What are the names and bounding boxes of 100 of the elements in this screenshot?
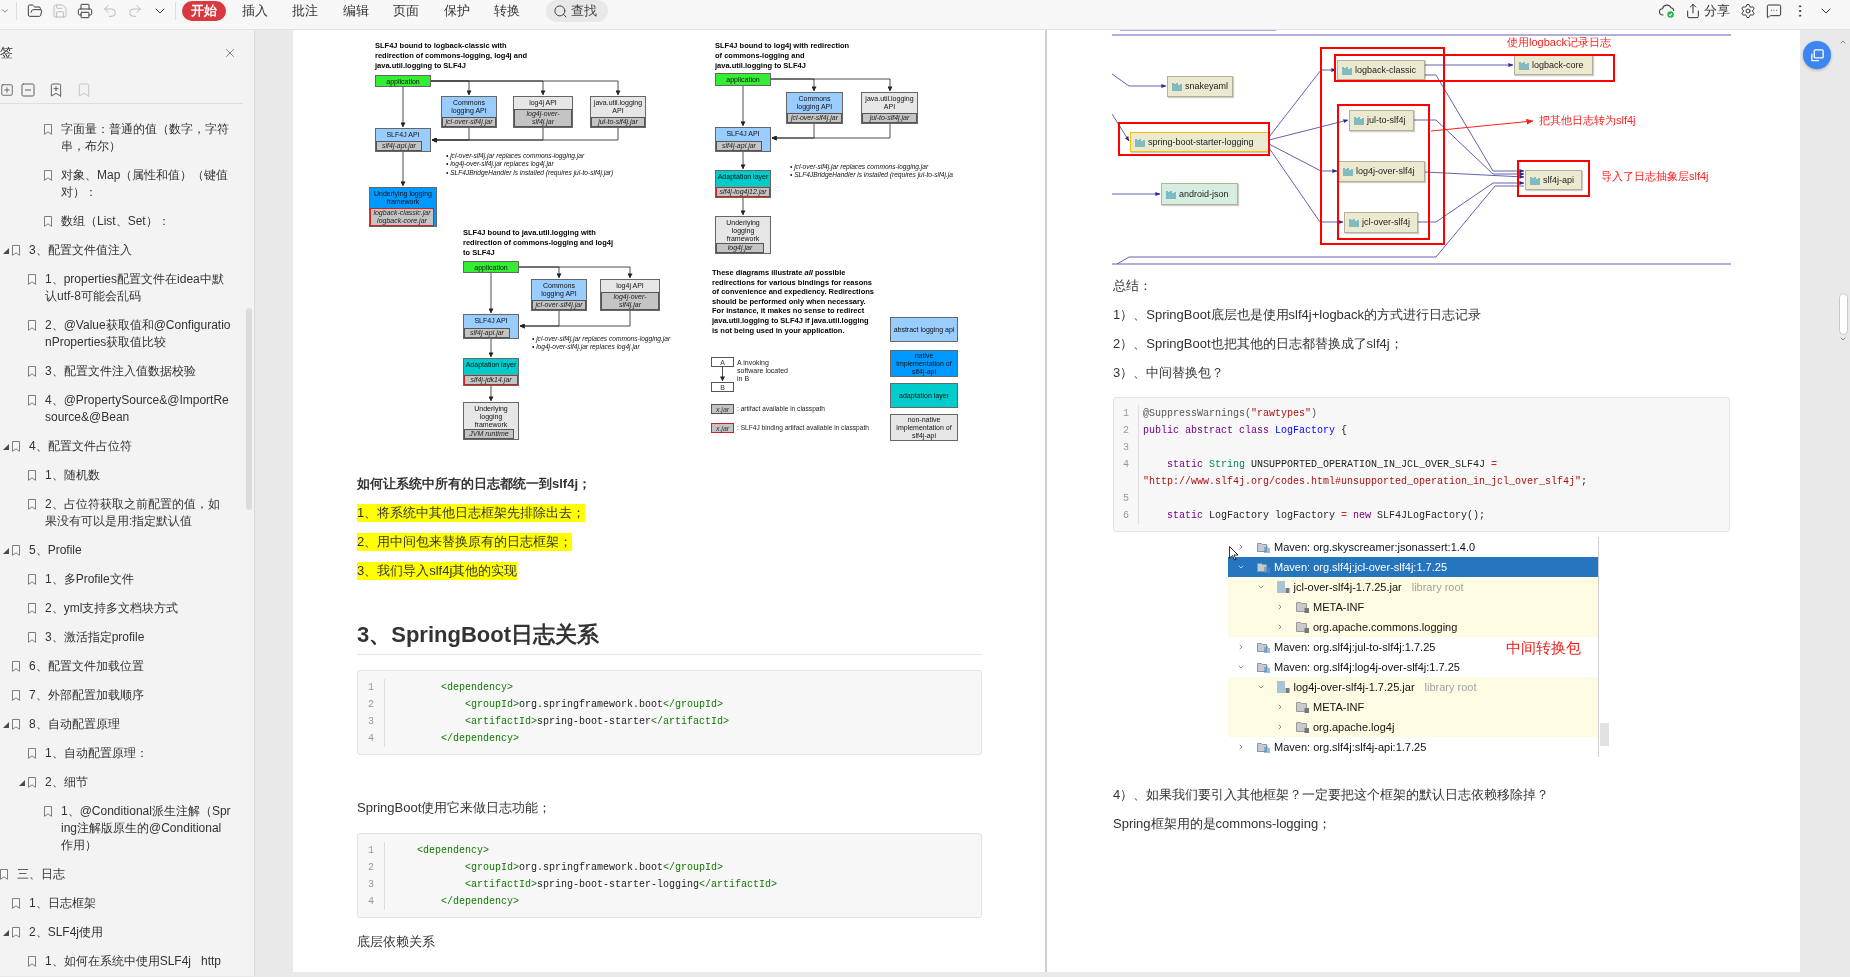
line-number: 1 xyxy=(1114,405,1139,422)
tree-item[interactable]: Maven: org.skyscreamer:jsonassert:1.4.0 xyxy=(1228,537,1476,557)
tree-item[interactable]: org.apache.log4j xyxy=(1228,717,1598,737)
archive-icon xyxy=(1276,581,1290,593)
bookmark-item[interactable]: 3、配置文件注入值数据校验 xyxy=(0,357,245,386)
bookmark-item[interactable]: 6、配置文件加载位置 xyxy=(0,652,245,681)
code-line: <dependency> xyxy=(440,681,515,695)
triangle-down-icon[interactable] xyxy=(3,247,9,254)
add-bookmark-button[interactable] xyxy=(48,81,64,98)
chevron-right-icon[interactable] xyxy=(1276,602,1284,612)
bookmark-item[interactable]: 2、@Value获取值和@ConfigurationProperties获取值比较 xyxy=(0,311,245,357)
bookmark-item[interactable]: 2、SLF4j使用 xyxy=(0,918,245,947)
bookmark-item[interactable]: 1、如何在系统中使用SLF4j http xyxy=(0,947,245,976)
bookmark-item[interactable]: 1、随机数 xyxy=(0,461,245,490)
tree-item[interactable]: Maven: org.slf4j:log4j-over-slf4j:1.7.25 xyxy=(1228,657,1460,677)
bookmark-item[interactable]: 2、细节 xyxy=(0,768,245,797)
cloud-sync-button[interactable] xyxy=(1659,2,1675,20)
library-icon xyxy=(1257,561,1270,573)
node-label: logback-classic xyxy=(1355,64,1417,76)
triangle-down-icon[interactable] xyxy=(3,929,9,936)
scroll-down-icon[interactable] xyxy=(1839,335,1847,343)
ribbon-tab[interactable]: 转换 xyxy=(485,1,529,21)
code-line: <dependency> xyxy=(416,844,491,858)
tree-item[interactable]: Maven: org.slf4j:jcl-over-slf4j:1.7.25 xyxy=(1228,557,1598,577)
cloud-check-icon xyxy=(1659,3,1675,19)
open-button[interactable] xyxy=(27,2,43,20)
triangle-down-icon[interactable] xyxy=(19,779,25,786)
scroll-up-icon[interactable] xyxy=(1839,38,1847,46)
ribbon-tab[interactable]: 编辑 xyxy=(333,1,378,21)
node-label: log4j-over-slf4j xyxy=(1356,166,1415,177)
scrollbar-thumb[interactable] xyxy=(1838,293,1848,335)
folder-lock-icon xyxy=(1296,621,1309,633)
scrollbar-thumb[interactable] xyxy=(1600,723,1609,746)
floating-button[interactable] xyxy=(1803,41,1831,69)
ribbon-tab[interactable]: 插入 xyxy=(232,1,277,21)
bookmark-item[interactable]: 3、配置文件值注入 xyxy=(0,236,245,265)
folder-icon xyxy=(27,3,43,19)
expand-all-button[interactable] xyxy=(0,81,14,98)
bookmark-item[interactable]: 1、多Profile文件 xyxy=(0,565,245,594)
triangle-down-icon[interactable] xyxy=(3,443,9,450)
library-root-note: library root xyxy=(1424,679,1477,695)
settings-button[interactable] xyxy=(1740,2,1756,20)
code-line: <groupId>org.springframework.boot</groupId> xyxy=(464,861,725,875)
bookmark-item[interactable]: 8、自动配置原理 xyxy=(0,710,245,739)
body-text: 1）、SpringBoot底层也是使用slf4j+logback的方式进行日志记录 xyxy=(1113,306,1483,324)
search-button[interactable]: 查找 xyxy=(546,0,608,22)
bookmark-item[interactable]: 2、占位符获取之前配置的值，如果没有可以是用:指定默认值 xyxy=(0,490,245,536)
bookmark-icon xyxy=(44,170,52,181)
highlighted-text: 2、用中间包来替换原有的日志框架； xyxy=(357,533,573,551)
bookmark-icon xyxy=(28,574,36,585)
bookmark-icon xyxy=(28,470,36,481)
chevron-right-icon[interactable] xyxy=(1276,622,1284,632)
tree-item[interactable]: log4j-over-slf4j-1.7.25.jar library root xyxy=(1228,677,1598,697)
bookmark-item[interactable]: 1、日志框架 xyxy=(0,889,245,918)
library-icon xyxy=(1530,175,1540,185)
bookmark-icon xyxy=(28,395,36,406)
tree-item[interactable]: Maven: org.slf4j:jul-to-slf4j:1.7.25 xyxy=(1228,637,1436,657)
bookmark-item[interactable]: 1、properties配置文件在idea中默认utf-8可能会乱码 xyxy=(0,265,245,311)
tree-item[interactable]: META-INF xyxy=(1228,697,1598,717)
tree-item[interactable]: Maven: org.slf4j:slf4j-api:1.7.25 xyxy=(1228,737,1427,757)
bookmark-item[interactable]: 5、Profile xyxy=(0,536,245,565)
bookmark-item[interactable]: 1、自动配置原理： xyxy=(0,739,245,768)
line-number: 3 xyxy=(358,713,385,730)
bookmark-item[interactable]: 4、@PropertySource&@ImportResource&@Bean xyxy=(0,386,245,432)
ribbon-tab[interactable]: 开始 xyxy=(182,1,226,21)
share-button[interactable]: 分享 xyxy=(1685,2,1730,20)
ribbon-tab[interactable]: 页面 xyxy=(384,1,428,21)
bookmark-icon xyxy=(12,245,20,256)
chevron-right-icon[interactable] xyxy=(1237,742,1245,752)
library-icon xyxy=(1349,218,1359,227)
chevron-right-icon[interactable] xyxy=(1237,542,1245,552)
bookmark-item[interactable]: 2、yml支持多文档块方式 xyxy=(0,594,245,623)
bookmark-icon xyxy=(28,777,36,788)
annotation-label: 使用logback记录日志 xyxy=(1507,36,1611,49)
bookmark-item[interactable]: 三、日志 xyxy=(0,860,245,889)
tree-item[interactable]: META-INF xyxy=(1228,597,1598,617)
bookmark-item[interactable]: 字面量：普通的值（数字，字符串，布尔） xyxy=(0,115,245,161)
print-button[interactable] xyxy=(77,2,93,20)
ribbon-tab[interactable]: 保护 xyxy=(434,1,479,21)
tree-item[interactable]: org.apache.commons.logging xyxy=(1228,617,1598,637)
bookmark-item[interactable]: 1、@Conditional派生注解（Spring注解版原生的@Conditional作用） xyxy=(0,797,245,860)
collapse-all-button[interactable] xyxy=(20,81,36,98)
triangle-down-icon[interactable] xyxy=(3,547,9,554)
annotation-label: 把其他日志转为slf4j xyxy=(1539,114,1636,127)
bookmark-item[interactable]: 7、外部配置加载顺序 xyxy=(0,681,245,710)
bookmark-item[interactable]: 4、配置文件占位符 xyxy=(0,432,245,461)
bookmark-item[interactable]: 3、激活指定profile xyxy=(0,623,245,652)
ribbon-tab[interactable]: 批注 xyxy=(283,1,327,21)
comment-button[interactable] xyxy=(1766,2,1782,20)
chevron-right-icon[interactable] xyxy=(1276,722,1284,732)
chevron-right-icon[interactable] xyxy=(1276,702,1284,712)
tree-item[interactable]: jcl-over-slf4j-1.7.25.jar library root xyxy=(1228,577,1598,597)
chevron-right-icon[interactable] xyxy=(1237,642,1245,652)
line-number: 3 xyxy=(358,876,385,893)
bookmark-item[interactable]: 数组（List、Set）： xyxy=(0,207,245,236)
line-number: 4 xyxy=(358,730,385,747)
bookmark-item[interactable]: 对象、Map（属性和值）（键值对）： xyxy=(0,161,245,207)
node-label: slf4j-api xyxy=(1543,174,1574,186)
triangle-down-icon[interactable] xyxy=(3,721,9,728)
library-root-note: library root xyxy=(1411,579,1464,595)
